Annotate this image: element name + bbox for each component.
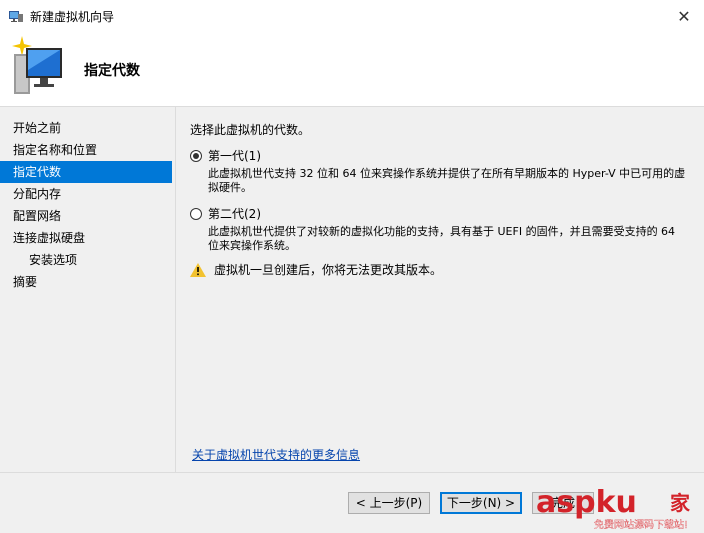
close-icon: ✕ <box>677 6 691 26</box>
hyperv-app-icon <box>9 11 23 22</box>
watermark-brand-text: aspku <box>536 485 637 520</box>
nav-item-network[interactable]: 配置网络 <box>0 205 172 227</box>
nav-divider <box>175 107 176 472</box>
nav-item-memory[interactable]: 分配内存 <box>0 183 172 205</box>
nav-item-before-you-begin[interactable]: 开始之前 <box>0 117 172 139</box>
warning-icon <box>190 262 206 277</box>
nav-item-summary[interactable]: 摘要 <box>0 271 172 293</box>
generation-1-label: 第一代(1) <box>208 149 261 163</box>
next-button[interactable]: 下一步(N) > <box>440 492 522 514</box>
wizard-body: 开始之前 指定名称和位置 指定代数 分配内存 配置网络 连接虚拟硬盘 安装选项 … <box>0 107 704 533</box>
aspku-watermark-logo: aspku 家 免费网站源码下载站! <box>536 485 691 531</box>
title-bar: 新建虚拟机向导 ✕ <box>0 0 704 32</box>
page-title: 指定代数 <box>84 63 140 79</box>
generation-1-radio[interactable]: 第一代(1) <box>190 147 261 164</box>
new-vm-wizard-icon <box>12 36 62 94</box>
radio-checked-icon <box>190 149 202 162</box>
watermark-tagline-text: 免费网站源码下载站! <box>594 518 688 531</box>
nav-item-name-location[interactable]: 指定名称和位置 <box>0 139 172 161</box>
more-info-link[interactable]: 关于虚拟机世代支持的更多信息 <box>192 446 360 463</box>
generation-2-label: 第二代(2) <box>208 207 261 221</box>
nav-item-install-options[interactable]: 安装选项 <box>0 249 172 271</box>
footer-divider <box>0 472 704 473</box>
window-title: 新建虚拟机向导 <box>30 10 115 24</box>
generation-2-radio[interactable]: 第二代(2) <box>190 205 261 222</box>
nav-item-virtual-disk[interactable]: 连接虚拟硬盘 <box>0 227 172 249</box>
watermark-suffix-text: 家 <box>670 491 691 515</box>
close-button[interactable]: ✕ <box>664 0 704 32</box>
wizard-header: 指定代数 <box>0 32 704 107</box>
wizard-steps-nav: 开始之前 指定名称和位置 指定代数 分配内存 配置网络 连接虚拟硬盘 安装选项 … <box>0 117 172 293</box>
generation-1-description: 此虚拟机世代支持 32 位和 64 位来宾操作系统并提供了在所有早期版本的 Hy… <box>208 167 686 194</box>
generation-panel: 选择此虚拟机的代数。 第一代(1) 此虚拟机世代支持 32 位和 64 位来宾操… <box>190 121 690 277</box>
warning-message: 虚拟机一旦创建后，你将无法更改其版本。 <box>190 261 442 278</box>
generation-prompt: 选择此虚拟机的代数。 <box>190 123 311 137</box>
nav-item-generation[interactable]: 指定代数 <box>0 161 172 183</box>
generation-2-description: 此虚拟机世代提供了对较新的虚拟化功能的支持，具有基于 UEFI 的固件，并且需要… <box>208 225 676 252</box>
previous-button[interactable]: < 上一步(P) <box>348 492 430 514</box>
radio-unchecked-icon <box>190 207 202 220</box>
warning-text: 虚拟机一旦创建后，你将无法更改其版本。 <box>214 263 443 277</box>
